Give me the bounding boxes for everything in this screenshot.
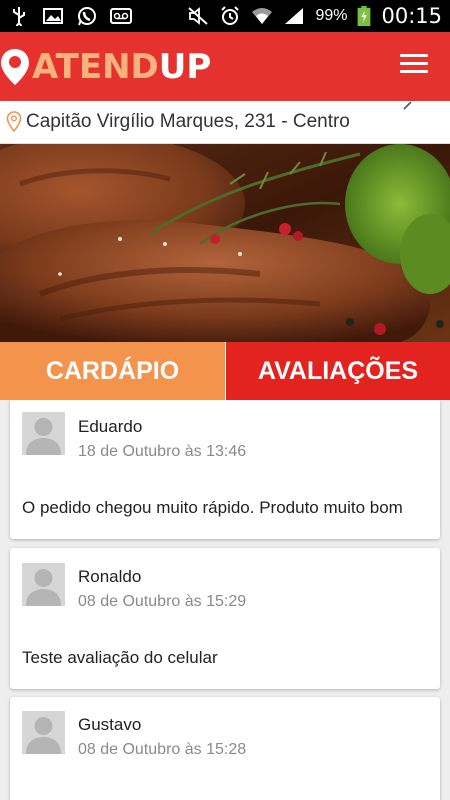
review-date: 18 de Outubro às 13:46 — [78, 443, 247, 460]
reviewer-name: Ronaldo — [78, 567, 142, 586]
tab-avaliacoes[interactable]: AVALIAÇÕES — [225, 342, 450, 400]
review-card: Eduardo 18 de Outubro às 13:46 O pedido … — [10, 400, 440, 539]
logo-text: ATENDUP — [32, 47, 211, 87]
status-icons-right: 99% 00:15 — [187, 4, 442, 28]
hamburger-menu-icon[interactable] — [400, 54, 428, 78]
usb-icon — [13, 7, 25, 26]
app-header: ATENDUP — [0, 32, 450, 101]
location-pin-icon — [6, 111, 22, 133]
reviewer-name: Eduardo — [78, 417, 143, 436]
reviewer-name: Gustavo — [78, 715, 142, 734]
whatsapp-icon — [78, 7, 96, 26]
status-icons-left — [8, 6, 132, 26]
location-pin-logo-icon — [1, 48, 29, 85]
image-icon — [43, 8, 63, 24]
user-placeholder-icon — [26, 418, 61, 455]
restaurant-hero-image — [0, 144, 450, 342]
review-card: Ronaldo 08 de Outubro às 15:29 Teste ava… — [10, 548, 440, 689]
voicemail-icon — [110, 8, 132, 24]
review-text: O pedido chegou muito rápido. Produto mu… — [22, 498, 403, 517]
steak-photo — [0, 144, 450, 342]
user-placeholder-icon — [26, 717, 61, 754]
avatar — [22, 412, 65, 455]
user-placeholder-icon — [26, 569, 61, 606]
mute-icon — [188, 7, 209, 25]
avatar — [22, 711, 65, 754]
battery-percent: 99% — [315, 7, 348, 24]
logo-text-part2: UP — [158, 46, 212, 87]
clock-time: 00:15 — [381, 4, 442, 28]
wifi-icon — [252, 8, 273, 24]
alarm-icon — [221, 6, 240, 25]
address-bar[interactable]: Capitão Virgílio Marques, 231 - Centro — [0, 101, 450, 144]
avatar — [22, 563, 65, 606]
logo-text-part1: ATEND — [32, 46, 159, 87]
tab-bar: CARDÁPIO AVALIAÇÕES — [0, 342, 450, 400]
battery-charging-icon — [358, 6, 371, 26]
chevron-right-icon[interactable] — [402, 99, 414, 111]
review-text: Teste avaliação do celular — [22, 648, 218, 667]
review-date: 08 de Outubro às 15:28 — [78, 741, 247, 758]
tab-cardapio[interactable]: CARDÁPIO — [0, 342, 225, 400]
review-date: 08 de Outubro às 15:29 — [78, 593, 247, 610]
app-screen: 99% 00:15 ATENDUP Capitão Virgílio Marqu… — [0, 0, 450, 800]
review-card: Gustavo 08 de Outubro às 15:28 — [10, 697, 440, 800]
status-bar: 99% 00:15 — [0, 0, 450, 32]
reviews-list[interactable]: Eduardo 18 de Outubro às 13:46 O pedido … — [0, 400, 450, 800]
address-text: Capitão Virgílio Marques, 231 - Centro — [26, 111, 350, 132]
signal-icon — [285, 8, 304, 24]
logo[interactable]: ATENDUP — [0, 47, 211, 87]
